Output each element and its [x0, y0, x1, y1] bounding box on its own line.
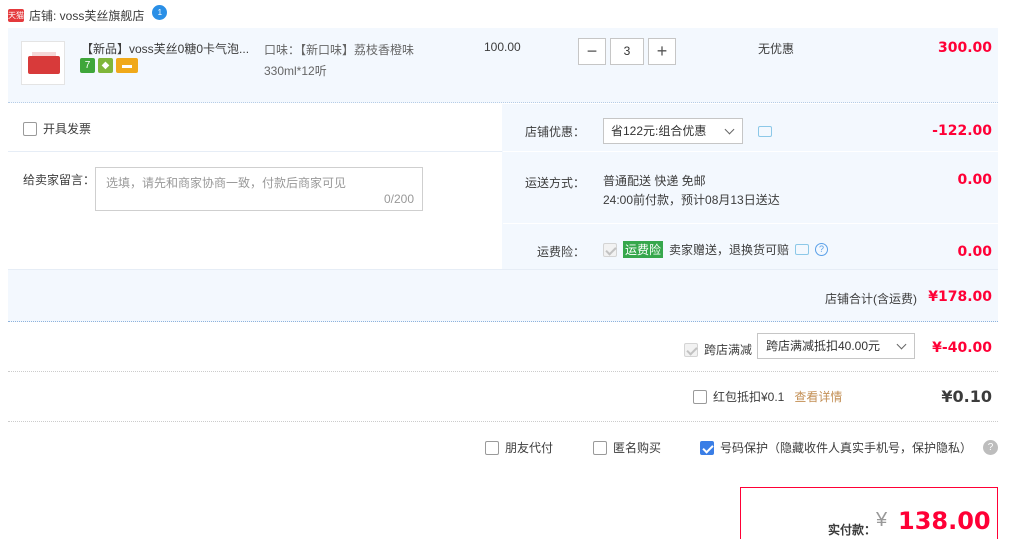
- shipping-amount: 0.00: [957, 172, 992, 188]
- order-options: 开具发票 给卖家留言： 选填，请先和商家协商一致，付款后商家可见 0/200 店…: [8, 104, 998, 269]
- quantity-stepper: − 3 +: [578, 38, 676, 65]
- insurance-label: 运费险：: [536, 245, 585, 259]
- cross-store-select[interactable]: 跨店满减抵扣40.00元: [757, 333, 915, 359]
- cross-store-selected: 跨店满减抵扣40.00元: [766, 339, 881, 353]
- friend-pay-label: 朋友代付: [505, 441, 554, 455]
- payment-summary: 实付款： ¥ 138.00: [740, 487, 998, 539]
- number-protect-checkbox[interactable]: [700, 440, 714, 455]
- insurance-tag: 运费险: [623, 241, 664, 258]
- order-item-row: 【新品】voss芙丝0糖0卡气泡... 7 ◆ ▬ 口味：【新口味】荔枝香橙味3…: [8, 28, 998, 103]
- shop-discount-row: 店铺优惠： 省122元:组合优惠 -122.00: [503, 104, 998, 152]
- red-packet-checkbox[interactable]: [693, 389, 707, 404]
- discount-amount: -122.00: [932, 123, 992, 139]
- options-left: 开具发票 给卖家留言： 选填，请先和商家协商一致，付款后商家可见 0/200: [8, 104, 502, 269]
- options-right: 店铺优惠： 省122元:组合优惠 -122.00 运送方式： 普通配送 快递 免…: [503, 104, 998, 269]
- friend-pay-option[interactable]: 朋友代付: [485, 439, 553, 456]
- product-thumbnail[interactable]: [21, 41, 65, 85]
- anonymous-label: 匿名购买: [613, 441, 662, 455]
- invoice-option[interactable]: 开具发票: [23, 120, 91, 137]
- chat-icon[interactable]: 1: [152, 4, 168, 20]
- cross-store-row: 跨店满减 跨店满减抵扣40.00元 ¥-40.00: [8, 322, 998, 372]
- anonymous-option[interactable]: 匿名购买: [593, 439, 661, 456]
- insurance-row: 运费险： 运费险 卖家赠送，退换货可赔 ? 0.00: [503, 224, 998, 269]
- discount-selected: 省122元:组合优惠: [611, 124, 707, 138]
- friend-pay-checkbox[interactable]: [485, 440, 499, 455]
- product-title[interactable]: 【新品】voss芙丝0糖0卡气泡...: [81, 40, 259, 57]
- shop-name[interactable]: 店铺: voss芙丝旗舰店: [29, 7, 144, 24]
- item-promotion: 无优惠: [758, 42, 795, 56]
- anonymous-checkbox[interactable]: [593, 440, 607, 455]
- item-subtotal: 300.00: [937, 40, 992, 56]
- help-icon[interactable]: ?: [983, 440, 998, 455]
- help-circle-icon[interactable]: ?: [815, 243, 829, 256]
- shop-total-row: 店铺合计(含运费) ¥178.00: [8, 269, 998, 322]
- comment-icon[interactable]: [795, 244, 810, 255]
- currency-symbol: ¥: [876, 509, 888, 531]
- number-protect-option[interactable]: 号码保护（隐藏收件人真实手机号，保护隐私）: [700, 439, 972, 456]
- insurance-option: 运费险 卖家赠送，退换货可赔 ?: [603, 241, 829, 258]
- shield-icon: ◆: [98, 58, 113, 73]
- chevron-down-icon: [724, 124, 735, 135]
- discount-label: 店铺优惠：: [524, 125, 585, 139]
- seller-message-input[interactable]: 选填，请先和商家协商一致，付款后商家可见 0/200: [95, 167, 423, 211]
- unit-price: 100.00: [484, 40, 521, 54]
- shipping-label: 运送方式：: [524, 176, 585, 190]
- comment-icon[interactable]: [758, 126, 772, 137]
- cross-store-option[interactable]: 跨店满减: [684, 341, 752, 358]
- shop-total-label: 店铺合计(含运费): [825, 292, 917, 306]
- seven-day-return-icon: 7: [80, 58, 95, 73]
- insurance-text: 卖家赠送，退换货可赔: [669, 243, 790, 257]
- discount-select[interactable]: 省122元:组合优惠: [603, 118, 743, 144]
- cross-store-amount: ¥-40.00: [932, 340, 992, 356]
- qty-plus-button[interactable]: +: [648, 38, 676, 65]
- qty-minus-button[interactable]: −: [578, 38, 606, 65]
- divider: [8, 151, 502, 152]
- message-counter: 0/200: [383, 192, 414, 206]
- invoice-label: 开具发票: [43, 122, 92, 136]
- payment-amount: 138.00: [898, 507, 991, 535]
- red-packet-amount: ¥0.10: [941, 387, 992, 406]
- shipping-info: 普通配送 快递 免邮 24:00前付款，预计08月13日送达: [603, 172, 780, 210]
- service-icons: 7 ◆ ▬: [80, 58, 138, 73]
- credit-card-icon: ▬: [116, 58, 138, 73]
- invoice-checkbox[interactable]: [23, 121, 37, 136]
- insurance-amount: 0.00: [957, 244, 992, 260]
- privacy-options-row: 朋友代付 匿名购买 号码保护（隐藏收件人真实手机号，保护隐私） ?: [8, 422, 998, 472]
- message-placeholder: 选填，请先和商家协商一致，付款后商家可见: [106, 176, 347, 190]
- shipping-method: 普通配送 快递 免邮: [603, 174, 706, 188]
- shipping-eta: 24:00前付款，预计08月13日送达: [603, 193, 780, 207]
- number-protect-label: 号码保护（隐藏收件人真实手机号，保护隐私）: [720, 441, 973, 455]
- shop-header: 天猫 店铺: voss芙丝旗舰店 1: [8, 4, 168, 25]
- qty-input[interactable]: 3: [610, 38, 644, 65]
- product-sku: 口味：【新口味】荔枝香橙味330ml*12听: [264, 43, 415, 78]
- chevron-down-icon: [896, 339, 907, 350]
- cross-store-label: 跨店满减: [704, 343, 753, 357]
- shipping-row: 运送方式： 普通配送 快递 免邮 24:00前付款，预计08月13日送达 0.0…: [503, 152, 998, 224]
- cross-store-checkbox: [684, 342, 698, 357]
- red-packet-label: 红包抵扣¥0.1: [713, 390, 785, 404]
- red-packet-details-link[interactable]: 查看详情: [794, 388, 842, 405]
- payment-label: 实付款：: [828, 523, 877, 537]
- insurance-checkbox: [603, 242, 617, 257]
- message-label: 给卖家留言：: [23, 173, 96, 187]
- tmall-icon: 天猫: [8, 8, 24, 22]
- red-packet-row: 红包抵扣¥0.1 查看详情 ¥0.10: [8, 372, 998, 422]
- shop-total-amount: ¥178.00: [928, 289, 992, 305]
- red-packet-option[interactable]: 红包抵扣¥0.1 查看详情: [693, 388, 842, 405]
